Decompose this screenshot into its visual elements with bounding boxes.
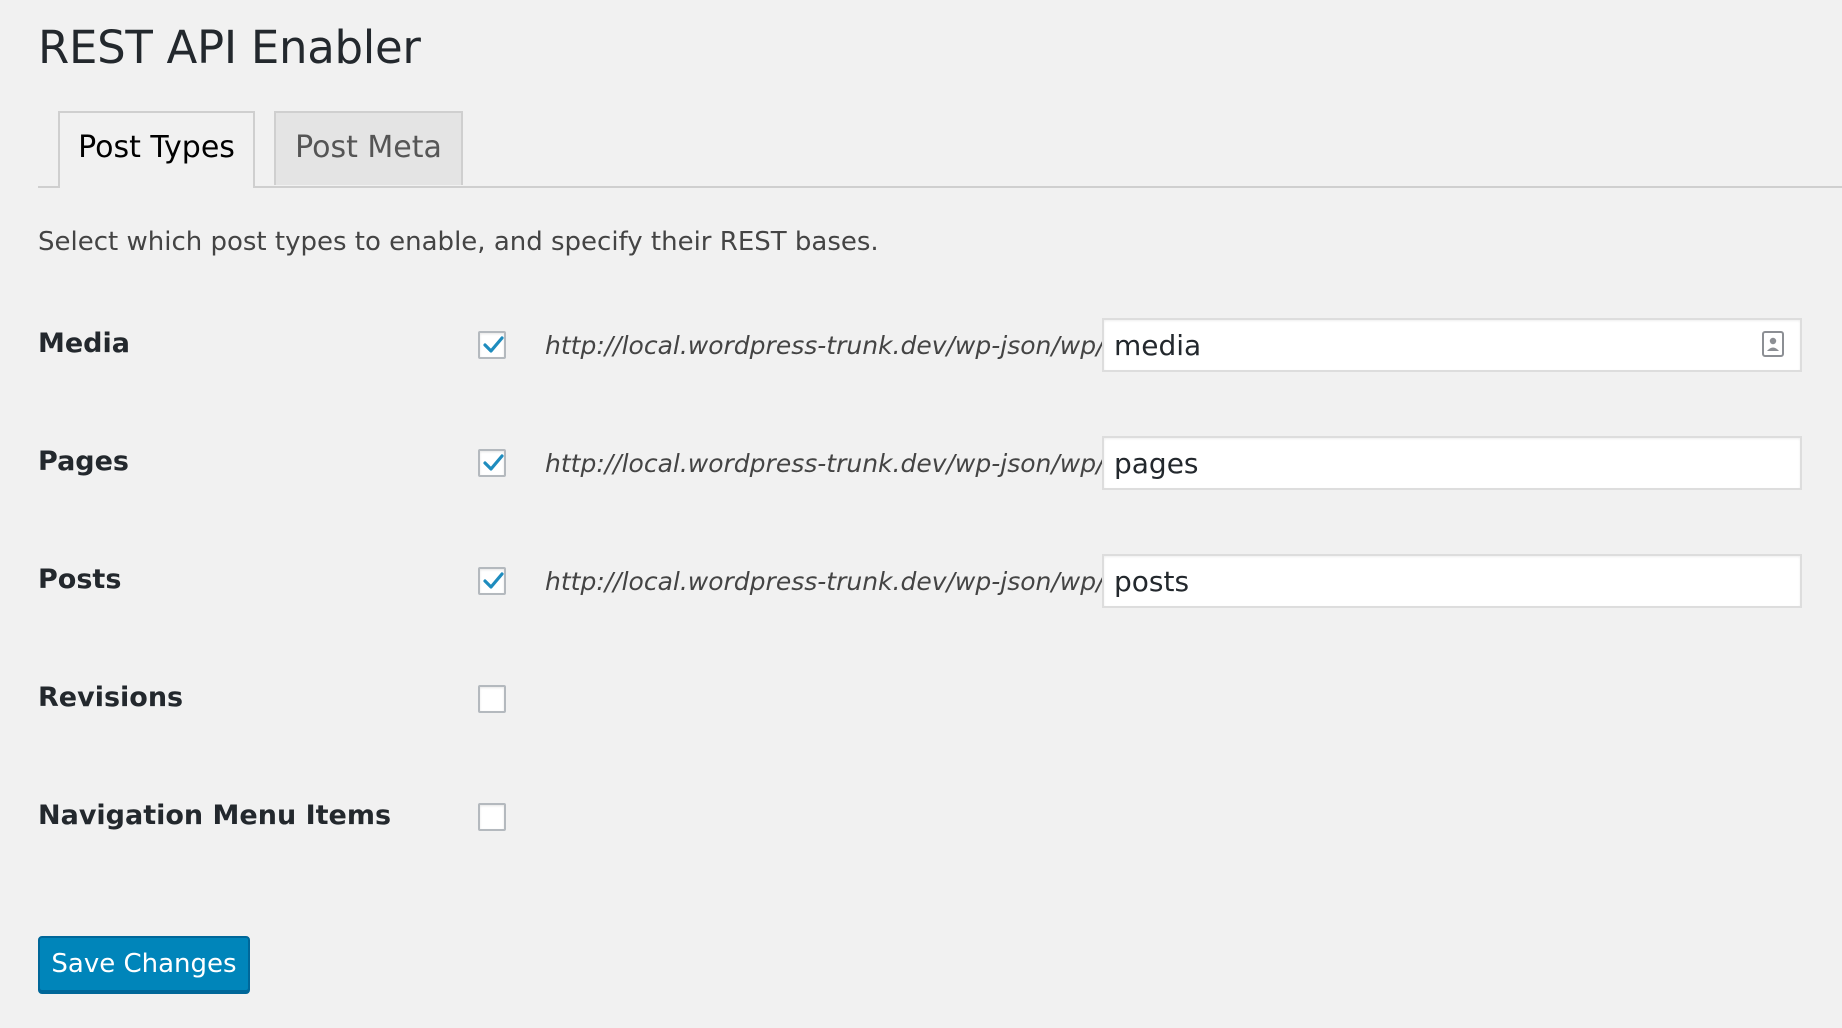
enable-checkbox-pages[interactable] bbox=[478, 449, 506, 477]
contact-card-icon[interactable] bbox=[1762, 331, 1784, 357]
enable-checkbox-posts[interactable] bbox=[478, 567, 506, 595]
rest-base-input-posts[interactable] bbox=[1102, 554, 1802, 608]
post-type-label: Posts bbox=[38, 564, 122, 595]
post-type-row-media: Media http://local.wordpress-trunk.dev/w… bbox=[38, 318, 1842, 378]
checkmark-icon bbox=[483, 336, 504, 353]
checkmark-icon bbox=[483, 572, 504, 589]
rest-url-prefix: http://local.wordpress-trunk.dev/wp-json… bbox=[545, 449, 1144, 478]
post-type-row-posts: Posts http://local.wordpress-trunk.dev/w… bbox=[38, 554, 1842, 614]
tab-bar: Post Types Post Meta bbox=[38, 111, 1842, 188]
enable-checkbox-revisions[interactable] bbox=[478, 685, 506, 713]
enable-checkbox-nav-menu-items[interactable] bbox=[478, 803, 506, 831]
post-type-label: Revisions bbox=[38, 682, 184, 713]
save-changes-button[interactable]: Save Changes bbox=[38, 936, 250, 992]
tab-post-types[interactable]: Post Types bbox=[58, 111, 255, 188]
post-type-label: Pages bbox=[38, 446, 129, 477]
enable-checkbox-media[interactable] bbox=[478, 331, 506, 359]
rest-url-prefix: http://local.wordpress-trunk.dev/wp-json… bbox=[545, 567, 1144, 596]
post-type-label: Navigation Menu Items bbox=[38, 800, 392, 831]
post-type-label: Media bbox=[38, 328, 130, 359]
post-type-row-pages: Pages http://local.wordpress-trunk.dev/w… bbox=[38, 436, 1842, 496]
section-description: Select which post types to enable, and s… bbox=[38, 227, 879, 257]
tab-post-meta[interactable]: Post Meta bbox=[274, 111, 463, 185]
rest-base-input-media[interactable] bbox=[1102, 318, 1802, 372]
rest-url-prefix: http://local.wordpress-trunk.dev/wp-json… bbox=[545, 331, 1144, 360]
checkmark-icon bbox=[483, 454, 504, 471]
rest-base-input-pages[interactable] bbox=[1102, 436, 1802, 490]
page-title: REST API Enabler bbox=[38, 21, 421, 74]
post-type-row-nav-menu-items: Navigation Menu Items bbox=[38, 790, 1842, 850]
post-type-row-revisions: Revisions bbox=[38, 672, 1842, 732]
